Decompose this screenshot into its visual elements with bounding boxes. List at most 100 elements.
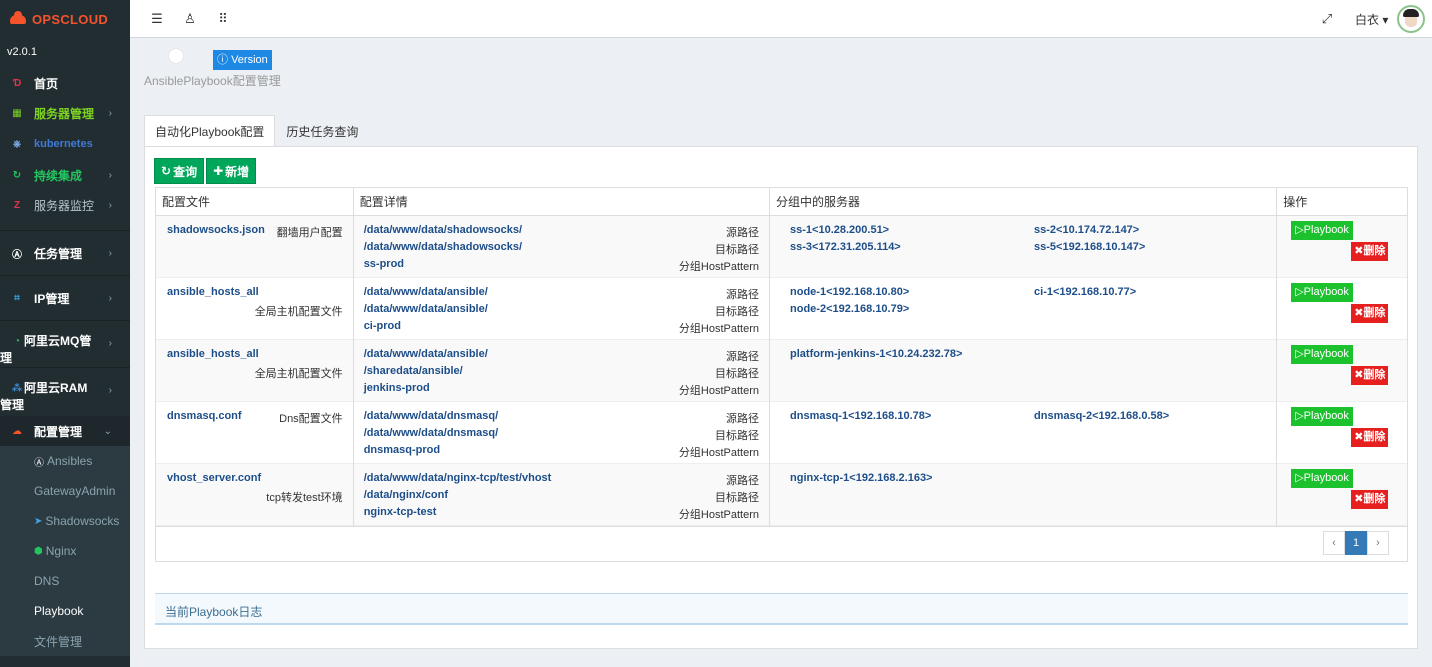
config-file-cell: ansible_hosts_all 全局主机配置文件: [156, 340, 354, 402]
config-detail-cell: /data/www/data/ansible/ /sharedata/ansib…: [354, 340, 771, 402]
top-navbar: ☰ ♙ ⠿ ⤢ 白衣 ▾: [130, 0, 1432, 38]
submenu-item-shadowsocks[interactable]: ➤ Shadowsocks: [0, 506, 130, 536]
server-entry: nginx-tcp-1<192.168.2.163>: [790, 472, 933, 484]
playbook-log-title: 当前Playbook日志: [165, 605, 263, 619]
play-icon: ▷: [1295, 286, 1304, 298]
servers-cell: dnsmasq-1<192.168.10.78> dnsmasq-2<192.1…: [770, 402, 1278, 464]
playbook-label: Playbook: [1303, 472, 1349, 484]
nginx-icon: ⬢: [34, 545, 43, 557]
delete-label: 删除: [1363, 493, 1386, 505]
delete-button[interactable]: ✖删除: [1351, 242, 1389, 261]
chevron-down-icon: ⌄: [103, 425, 112, 437]
sidebar-item-label: 持续集成: [34, 168, 83, 183]
submenu-item-nginx[interactable]: ⬢ Nginx: [0, 536, 130, 566]
sidebar-item-label: 首页: [34, 76, 59, 91]
toolbar: ↻ 查询 ✚ 新增: [154, 158, 257, 184]
fullscreen-icon[interactable]: ⤢: [1320, 12, 1334, 26]
list-icon[interactable]: ☰: [150, 12, 164, 26]
submenu-item-label: Shadowsocks: [45, 514, 120, 528]
delete-button[interactable]: ✖删除: [1351, 304, 1389, 323]
sidebar-item-label: IP管理: [34, 291, 70, 306]
column-header: 操作: [1283, 195, 1308, 209]
logo[interactable]: OPSCLOUD: [0, 0, 130, 38]
sidebar-item-kubernetes[interactable]: ⎈ kubernetes: [0, 128, 130, 160]
config-file-name: ansible_hosts_all: [167, 348, 259, 360]
actions-cell: ▷Playbook ✖删除: [1277, 402, 1407, 464]
query-label: 查询: [173, 164, 198, 179]
target-path: /data/www/data/dnsmasq/: [363, 427, 499, 439]
chevron-right-icon: ›: [108, 107, 112, 119]
target-path-label: 目标路径: [715, 244, 760, 256]
config-submenu: Ⓐ Ansibles GatewayAdmin ➤ Shadowsocks ⬢ …: [0, 446, 130, 656]
ci-icon: ↻: [12, 169, 22, 181]
server-entry: dnsmasq-1<192.168.10.78>: [790, 410, 932, 422]
sidebar-item-config-management[interactable]: ☁ 配置管理 ⌄: [0, 416, 130, 446]
playbook-button[interactable]: ▷Playbook: [1291, 221, 1353, 240]
submenu-item-playbook[interactable]: Playbook: [0, 596, 130, 626]
config-detail-cell: /data/www/data/ansible/ /data/www/data/a…: [354, 278, 771, 340]
version-button[interactable]: ⓘ Version: [213, 50, 272, 70]
user-menu[interactable]: 白衣 ▾: [1355, 11, 1388, 28]
source-path-label: 源路径: [726, 475, 760, 487]
sidebar-item-task-management[interactable]: Ⓐ 任务管理 ›: [0, 231, 130, 275]
delete-button[interactable]: ✖删除: [1351, 428, 1389, 447]
sidebar-item-aliyun-mq[interactable]: ◔ 阿里云MQ管理 ›: [0, 321, 130, 367]
source-path: /data/www/data/ansible/: [363, 286, 488, 298]
play-icon: ▷: [1295, 348, 1304, 360]
add-label: 新增: [225, 164, 250, 179]
config-detail-cell: /data/www/data/dnsmasq/ /data/www/data/d…: [354, 402, 771, 464]
sidebar-item-home[interactable]: Ɗ 首页: [0, 68, 130, 98]
playbook-button[interactable]: ▷Playbook: [1291, 283, 1353, 302]
sidebar-item-server-management[interactable]: ▦ 服务器管理 ›: [0, 98, 130, 128]
submenu-item-gatewayadmin[interactable]: GatewayAdmin: [0, 476, 130, 506]
refresh-icon: ↻: [161, 164, 172, 178]
pagination: ‹ 1 ›: [1323, 531, 1389, 555]
submenu-item-dns[interactable]: DNS: [0, 566, 130, 596]
playbook-button[interactable]: ▷Playbook: [1291, 407, 1353, 426]
source-path: /data/www/data/shadowsocks/: [363, 224, 523, 236]
main-content: 自动化Playbook配置 历史任务查询 ↻ 查询 ✚ 新增 配置文件 配置详情…: [144, 115, 1418, 649]
server-entry: ss-1<10.28.200.51>: [790, 224, 890, 236]
sidebar-item-aliyun-ram[interactable]: ⁂ 阿里云RAM管理 ›: [0, 368, 130, 414]
actions-cell: ▷Playbook ✖删除: [1277, 340, 1407, 402]
table-row: ansible_hosts_all 全局主机配置文件 /data/www/dat…: [156, 278, 1407, 340]
server-entry: dnsmasq-2<192.168.0.58>: [1034, 410, 1170, 422]
submenu-item-file-management[interactable]: 文件管理: [0, 626, 130, 656]
config-file-desc: tcp转发test环境: [266, 492, 343, 504]
config-file-cell: shadowsocks.json 翻墙用户配置: [156, 216, 354, 278]
tab-history-tasks[interactable]: 历史任务查询: [275, 115, 369, 147]
tab-playbook-config[interactable]: 自动化Playbook配置: [144, 115, 276, 147]
submenu-item-label: Ansibles: [47, 454, 93, 468]
delete-label: 删除: [1363, 431, 1386, 443]
submenu-item-ansibles[interactable]: Ⓐ Ansibles: [0, 446, 130, 476]
target-path-label: 目标路径: [715, 368, 760, 380]
table-body: shadowsocks.json 翻墙用户配置 /data/www/data/s…: [156, 216, 1407, 526]
add-button[interactable]: ✚ 新增: [206, 158, 257, 184]
sidebar-item-monitoring[interactable]: Z 服务器监控 ›: [0, 190, 130, 220]
pagination-prev[interactable]: ‹: [1323, 531, 1345, 555]
sidebar-item-ip-management[interactable]: ⌗ IP管理 ›: [0, 276, 130, 320]
source-path-label: 源路径: [726, 351, 760, 363]
avatar[interactable]: [1397, 5, 1425, 33]
sidebar-item-ci[interactable]: ↻ 持续集成 ›: [0, 160, 130, 190]
config-file-desc: Dns配置文件: [279, 413, 343, 425]
playbook-label: Playbook: [1303, 348, 1349, 360]
playbook-log-panel: 当前Playbook日志: [155, 593, 1408, 625]
config-file-cell: ansible_hosts_all 全局主机配置文件: [156, 278, 354, 340]
delete-button[interactable]: ✖删除: [1351, 490, 1389, 509]
server-entry: platform-jenkins-1<10.24.232.78>: [790, 348, 963, 360]
host-pattern: dnsmasq-prod: [363, 444, 441, 456]
target-path: /data/www/data/shadowsocks/: [363, 241, 523, 253]
sitemap-icon: ⌗: [14, 292, 20, 304]
ansible-icon: Ⓐ: [34, 457, 44, 469]
windows-icon: ▦: [12, 107, 22, 119]
query-button[interactable]: ↻ 查询: [154, 158, 205, 184]
delete-button[interactable]: ✖删除: [1351, 366, 1389, 385]
pagination-page[interactable]: 1: [1345, 531, 1367, 555]
playbook-button[interactable]: ▷Playbook: [1291, 345, 1353, 364]
grid-icon[interactable]: ⠿: [216, 12, 230, 26]
user-icon[interactable]: ♙: [183, 12, 197, 26]
servers-cell: ss-1<10.28.200.51> ss-2<10.174.72.147> s…: [770, 216, 1278, 278]
playbook-button[interactable]: ▷Playbook: [1291, 469, 1353, 488]
pagination-next[interactable]: ›: [1367, 531, 1389, 555]
